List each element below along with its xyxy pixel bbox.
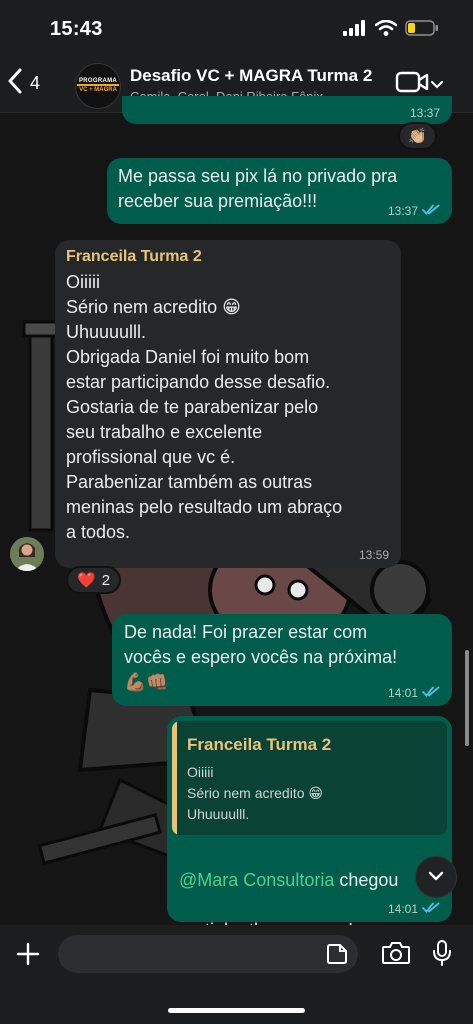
read-ticks-icon <box>422 686 440 700</box>
heart-emoji: ❤️ <box>77 572 96 589</box>
message-meta: 13:59 <box>359 548 389 562</box>
message-meta: 14:01 <box>388 686 440 700</box>
back-button[interactable]: 4 <box>8 68 40 99</box>
message-text-part: chegou <box>334 870 399 890</box>
sender-name[interactable]: Franceila Turma 2 <box>66 248 202 266</box>
quoted-text: Oiiiii Sério nem acredito 😁 Uhuuuulll. <box>187 764 323 822</box>
home-indicator <box>168 1008 305 1013</box>
message-bubble-outgoing[interactable]: De nada! Foi prazer estar com vocês e es… <box>112 614 452 706</box>
message-time: 14:01 <box>387 686 418 700</box>
scroll-to-bottom-button[interactable] <box>415 856 457 898</box>
sticker-icon[interactable] <box>326 943 348 970</box>
clap-emoji: 👏🏼 <box>408 128 427 145</box>
quote-bar <box>172 721 177 835</box>
read-ticks-icon <box>422 902 440 916</box>
status-bar: 15:43 <box>0 0 473 56</box>
read-ticks-icon <box>422 204 440 218</box>
camera-button[interactable] <box>381 941 411 970</box>
message-time: 13:59 <box>358 548 389 562</box>
person-avatar-icon <box>10 537 44 571</box>
message-bubble-incoming[interactable]: Franceila Turma 2 Oiiiii Sério nem acred… <box>55 240 401 568</box>
chevron-left-icon <box>8 68 22 99</box>
signal-icon <box>343 20 367 41</box>
message-input[interactable] <box>58 935 358 973</box>
camera-icon <box>382 942 410 964</box>
plus-icon <box>16 942 40 966</box>
microphone-icon <box>433 940 451 966</box>
status-time: 15:43 <box>50 18 103 40</box>
chevron-down-icon <box>431 76 443 94</box>
message-text: Oiiiii Sério nem acredito 😁 Uhuuuulll. O… <box>66 272 343 542</box>
message-text: De nada! Foi prazer estar com vocês e es… <box>124 622 398 692</box>
mention-link[interactable]: @Mara Consultoria <box>179 870 334 890</box>
chevron-down-icon <box>428 868 444 886</box>
group-title[interactable]: Desafio VC + MAGRA Turma 2 <box>130 66 372 86</box>
sender-avatar[interactable] <box>10 537 44 571</box>
reaction-pill[interactable]: 👏🏼 <box>398 122 437 150</box>
scrollbar-thumb[interactable] <box>465 650 469 746</box>
group-avatar[interactable]: PROGRAMA VC + MAGRA <box>75 63 121 109</box>
message-time: 13:37 <box>387 204 418 218</box>
video-camera-icon <box>395 71 429 98</box>
attach-button[interactable] <box>16 942 40 971</box>
unread-count: 4 <box>30 73 41 93</box>
quoted-message[interactable]: Franceila Turma 2 Oiiiii Sério nem acred… <box>172 721 447 835</box>
battery-icon <box>405 20 439 41</box>
reaction-pill[interactable]: ❤️ 2 <box>66 566 122 594</box>
message-bubble-outgoing[interactable]: Me passa seu pix lá no privado pra receb… <box>107 158 452 224</box>
microphone-button[interactable] <box>431 939 453 972</box>
message-meta: 13:37 <box>410 106 440 120</box>
status-icons <box>343 19 439 41</box>
message-bubble-partial[interactable]: 13:37 <box>122 96 452 124</box>
message-meta: 13:37 <box>388 204 440 218</box>
message-time: 13:37 <box>409 106 440 120</box>
message-time: 14:01 <box>387 902 418 916</box>
quoted-sender-name: Franceila Turma 2 <box>187 735 332 754</box>
reaction-count: 2 <box>101 571 111 589</box>
message-meta: 14:01 <box>388 902 440 916</box>
wifi-icon <box>374 19 398 41</box>
video-call-button[interactable] <box>395 71 443 98</box>
avatar-text-line2: VC + MAGRA <box>77 84 119 94</box>
message-bubble-outgoing-reply[interactable]: Franceila Turma 2 Oiiiii Sério nem acred… <box>167 716 452 940</box>
